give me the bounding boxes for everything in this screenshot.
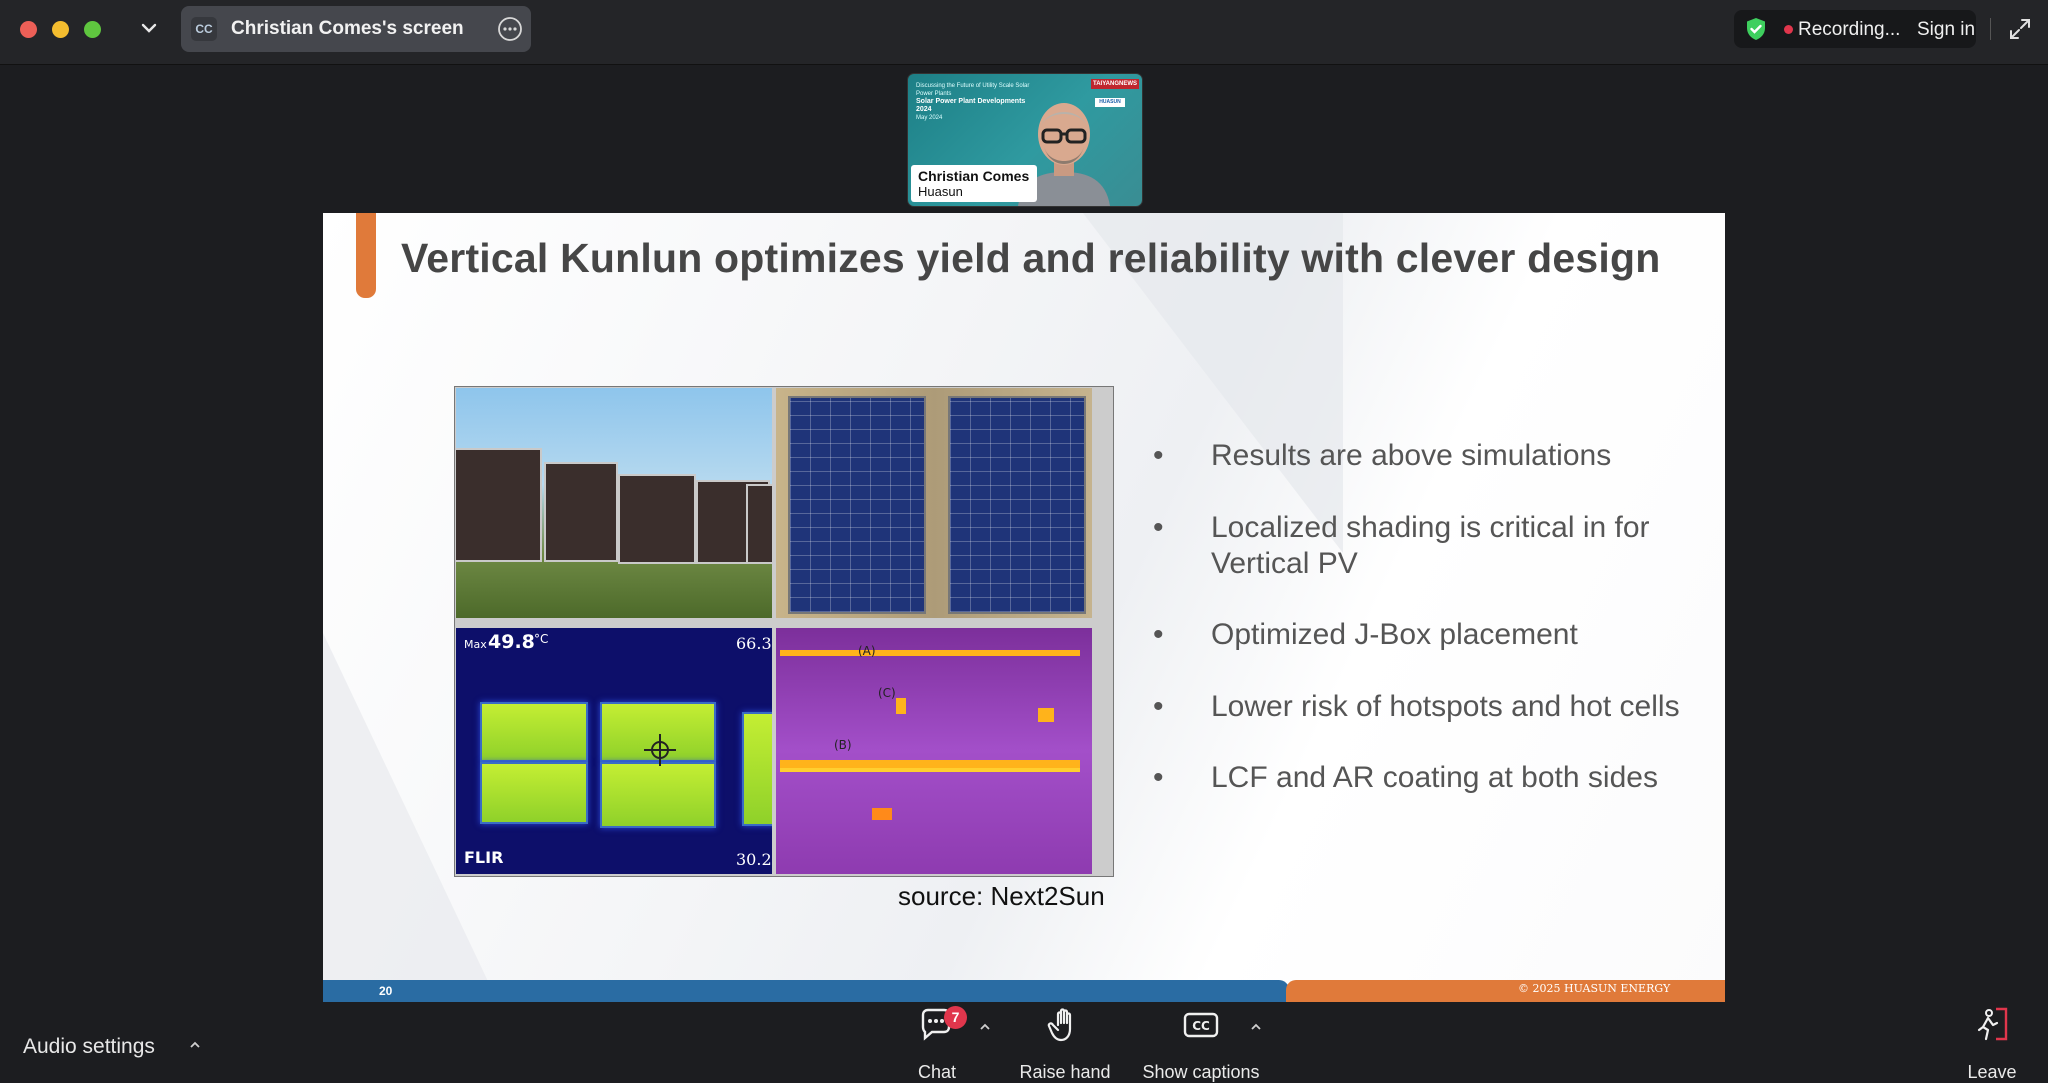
divider <box>1990 18 1991 40</box>
slide-title: Vertical Kunlun optimizes yield and reli… <box>401 235 1661 281</box>
chevron-down-icon[interactable] <box>138 17 160 39</box>
chevron-up-icon[interactable] <box>978 1020 992 1034</box>
ir-unit: °C <box>534 632 549 646</box>
maximize-window-button[interactable] <box>84 21 101 38</box>
bullet-text: Lower risk of hotspots and hot cells <box>1211 690 1680 723</box>
photo-grid: Max 49.8 °C 66.3 30.2 FLIR (A) (C) (B) <box>454 386 1114 877</box>
crosshair-icon <box>644 734 676 766</box>
ir-max-prefix: Max <box>464 638 487 651</box>
shield-check-icon <box>1747 18 1765 40</box>
recording-label: Recording... <box>1798 19 1901 40</box>
speaker-video-thumbnail[interactable]: Discussing the Future of Utility Scale S… <box>907 73 1143 207</box>
chevron-up-icon[interactable] <box>1249 1020 1263 1034</box>
recording-dot <box>1784 25 1793 34</box>
speaker-name: Christian Comes <box>918 168 1030 184</box>
bullet-text: LCF and AR coating at both sides <box>1211 761 1658 794</box>
bullet-text: Optimized J-Box placement <box>1211 618 1578 651</box>
ir-max-value: 49.8 <box>488 631 535 653</box>
ir-scale-low: 30.2 <box>736 850 772 869</box>
vertical-pv-field-photo <box>456 388 772 618</box>
leave-icon <box>1977 1007 2008 1041</box>
ir-label-b: (B) <box>834 738 852 752</box>
brand-logo: TAIYANGNEWS <box>1091 79 1139 89</box>
chat-unread-badge: 7 <box>944 1006 967 1029</box>
ir-label-a: (A) <box>858 644 876 658</box>
bg-line-2: Solar Power Plant Developments 2024 <box>916 98 1026 113</box>
image-source: source: Next2Sun <box>898 881 1105 911</box>
speaker-name-plate: Christian Comes Huasun <box>911 165 1037 202</box>
audio-settings-button[interactable]: Audio settings <box>23 1035 155 1059</box>
ir-label-c: (C) <box>878 686 896 700</box>
slide-footer-bar <box>323 980 1289 1002</box>
chat-label: Chat <box>917 1062 957 1082</box>
screen-share-tab[interactable]: CC Christian Comes's screen <box>181 6 531 52</box>
sharer-avatar: CC <box>191 17 217 41</box>
chevron-up-icon[interactable] <box>187 1037 203 1053</box>
thermal-image-purple: (A) (C) (B) <box>776 628 1092 874</box>
shared-slide: Vertical Kunlun optimizes yield and reli… <box>323 213 1725 1002</box>
bullet-text: Results are above simulations <box>1211 439 1612 472</box>
raise-hand-icon <box>1047 1008 1072 1042</box>
show-captions-button[interactable]: CC Show captions <box>1139 1005 1263 1083</box>
close-window-button[interactable] <box>20 21 37 38</box>
bullet-text: Localized shading is critical in for Ver… <box>1211 511 1650 580</box>
raise-hand-button[interactable]: Raise hand <box>1015 1005 1115 1083</box>
more-options-icon[interactable] <box>497 16 523 42</box>
flir-logo: FLIR <box>464 848 504 867</box>
screen-share-title: Christian Comes's screen <box>231 18 464 39</box>
svg-text:CC: CC <box>1192 1019 1210 1033</box>
top-bar: CC Christian Comes's screen Recording...… <box>0 0 2048 65</box>
captions-icon: CC <box>1183 1012 1219 1038</box>
speaker-organization: Huasun <box>918 184 963 199</box>
show-captions-label: Show captions <box>1142 1062 1260 1082</box>
thermal-image-flir: Max 49.8 °C 66.3 30.2 FLIR <box>456 628 772 874</box>
module-closeup-photo <box>776 388 1092 618</box>
title-accent-bar <box>356 213 376 298</box>
leave-button[interactable]: Leave <box>1962 1005 2022 1083</box>
minimize-window-button[interactable] <box>52 21 69 38</box>
ir-scale-high: 66.3 <box>736 634 772 653</box>
raise-hand-label: Raise hand <box>1019 1062 1111 1082</box>
fullscreen-icon[interactable] <box>2008 17 2032 41</box>
slide-page-number: 20 <box>379 984 393 998</box>
sign-in-button[interactable]: Sign in <box>1917 19 1975 41</box>
slide-copyright: © 2025 HUASUN ENERGY <box>1518 982 1671 995</box>
leave-label: Leave <box>1967 1062 2017 1082</box>
